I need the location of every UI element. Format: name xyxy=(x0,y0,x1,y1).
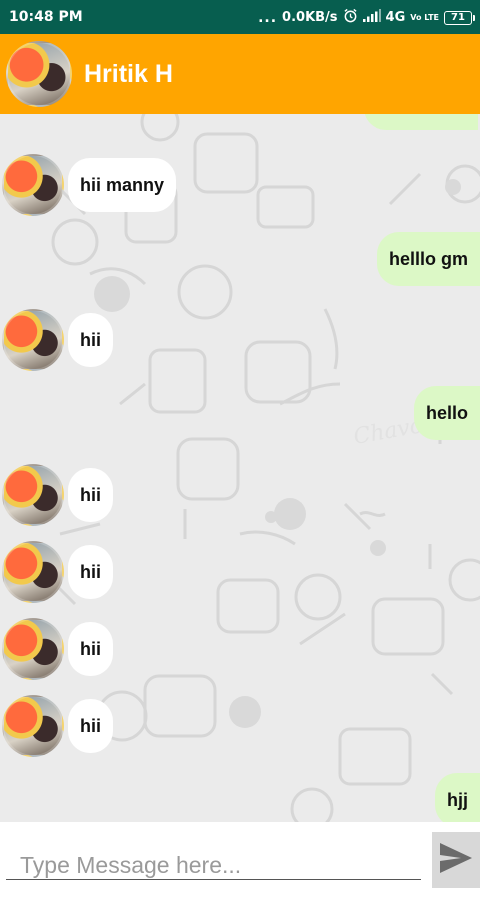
message-text: hii xyxy=(68,622,113,676)
message-text: helllo gm xyxy=(376,232,480,286)
message-incoming[interactable]: hii manny xyxy=(2,154,177,216)
message-text: hii xyxy=(68,699,113,753)
status-time: 10:48 PM xyxy=(9,9,83,25)
message-text: hii manny xyxy=(68,158,177,212)
message-outgoing[interactable]: hello xyxy=(413,386,480,440)
signal-icon xyxy=(362,9,381,26)
message-incoming[interactable]: hii xyxy=(2,695,113,757)
message-bubble xyxy=(364,114,478,130)
message-incoming[interactable]: hii xyxy=(2,541,113,603)
battery-icon: 71 xyxy=(444,10,475,25)
sender-avatar xyxy=(2,309,64,371)
message-input[interactable]: Type Message here... xyxy=(6,852,421,880)
message-outgoing[interactable]: helllo gm xyxy=(376,232,480,286)
sender-avatar xyxy=(2,464,64,526)
sender-avatar xyxy=(2,618,64,680)
message-text: hjj xyxy=(435,773,480,822)
volte-label: Vo LTE xyxy=(410,12,439,22)
sender-avatar xyxy=(2,154,64,216)
sender-avatar xyxy=(2,541,64,603)
message-outgoing[interactable] xyxy=(364,114,478,130)
send-button[interactable] xyxy=(432,832,480,888)
message-incoming[interactable]: hii xyxy=(2,309,113,371)
status-bar: 10:48 PM ... 0.0KB/s 4G Vo LTE 71 xyxy=(0,0,480,34)
message-text: hii xyxy=(68,545,113,599)
contact-name[interactable]: Hritik H xyxy=(84,60,173,89)
message-text: hello xyxy=(413,386,480,440)
send-icon xyxy=(439,842,473,879)
network-speed: 0.0KB/s xyxy=(282,10,338,25)
message-text: hii xyxy=(68,313,113,367)
message-composer: Type Message here... xyxy=(0,822,480,899)
message-incoming[interactable]: hii xyxy=(2,464,113,526)
sender-avatar xyxy=(2,695,64,757)
message-outgoing[interactable]: hjj xyxy=(435,773,480,822)
network-type: 4G xyxy=(385,10,406,25)
message-text: hii xyxy=(68,468,113,522)
notification-dots: ... xyxy=(258,9,278,26)
status-icons: ... 0.0KB/s 4G Vo LTE 71 xyxy=(258,8,475,27)
chat-header: Hritik H xyxy=(0,34,480,114)
contact-avatar[interactable] xyxy=(6,41,72,107)
alarm-icon xyxy=(343,8,358,27)
message-incoming[interactable]: hii xyxy=(2,618,113,680)
chat-area[interactable]: Chavo Chillo hii manny helllo gm hii hel… xyxy=(0,114,480,822)
